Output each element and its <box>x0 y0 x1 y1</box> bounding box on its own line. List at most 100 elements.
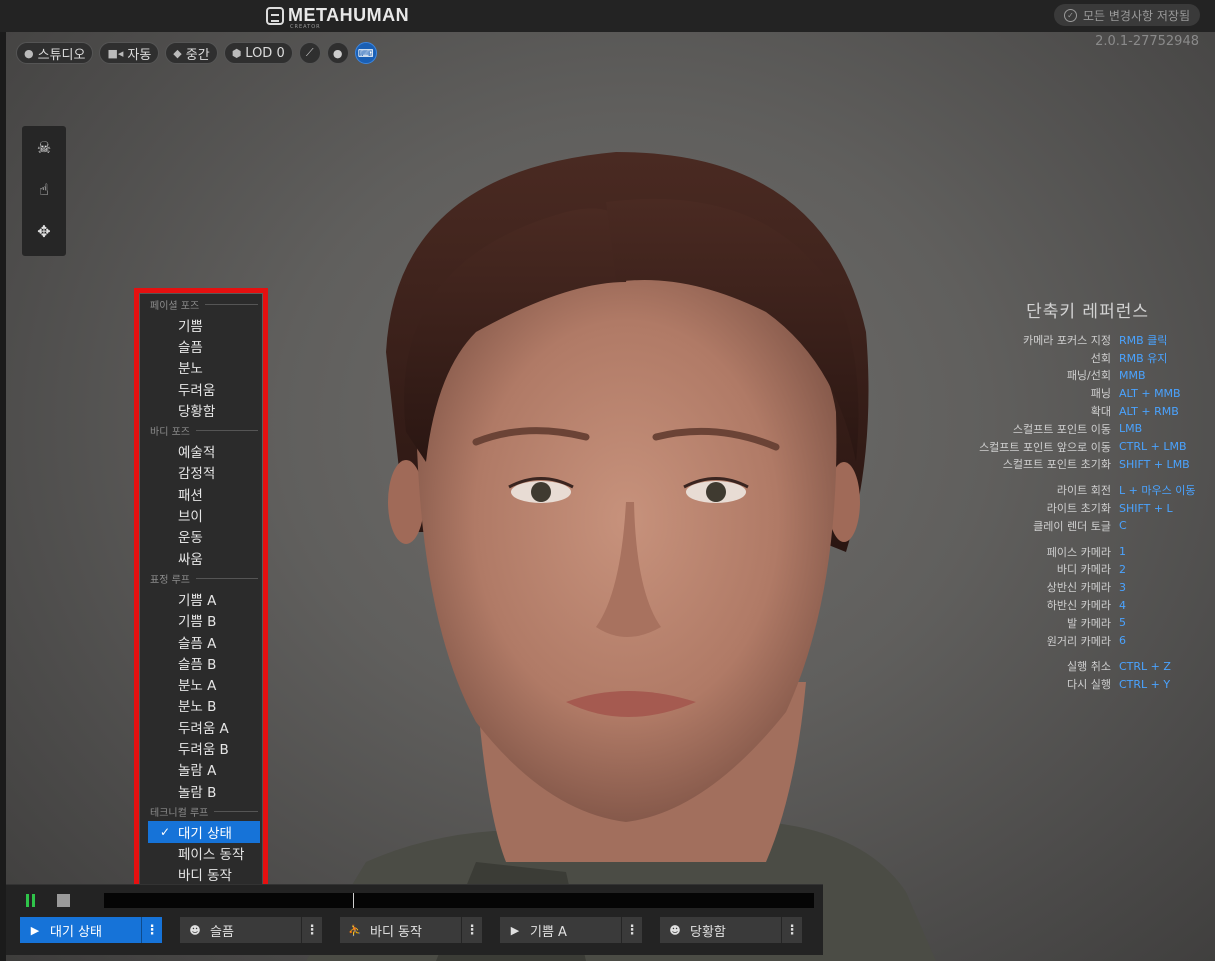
menu-item[interactable]: 슬픔 A <box>140 631 262 652</box>
menu-item[interactable]: 싸움 <box>140 547 262 568</box>
menu-item[interactable]: ✓ 대기 상태 <box>148 821 260 843</box>
playhead[interactable] <box>352 893 354 908</box>
menu-item[interactable]: 당황함 <box>140 399 262 420</box>
video-camera-icon: ■◂ <box>107 46 124 60</box>
shortcut-row: 클레이 렌더 토글 C <box>906 517 1206 535</box>
menu-item[interactable]: 두려움 <box>140 378 262 399</box>
logo-subtext: CREATOR <box>290 24 321 30</box>
head-toggle-button[interactable]: ● <box>326 42 349 64</box>
stop-button[interactable] <box>57 894 70 907</box>
menu-item-label: 기쁨 B <box>178 614 217 631</box>
skull-tool-button[interactable]: ☠ <box>22 126 66 168</box>
menu-item[interactable]: 분노 <box>140 357 262 378</box>
menu-item[interactable]: 기쁨 A <box>140 588 262 609</box>
shortcut-row: 페이스 카메라 1 <box>906 543 1206 561</box>
menu-item[interactable]: 분노 B <box>140 695 262 716</box>
more-options-icon[interactable]: ⋮ <box>461 917 482 943</box>
pause-button[interactable] <box>26 894 35 907</box>
menu-item-label: 패션 <box>178 487 203 504</box>
pause-icon-bar <box>32 894 35 907</box>
version-label: 2.0.1-27752948 <box>1095 34 1199 49</box>
shortcut-key: MMB <box>1119 368 1146 382</box>
menu-item[interactable]: 슬픔 B <box>140 652 262 673</box>
shortcut-action: 클레이 렌더 토글 <box>1033 519 1111 533</box>
menu-item[interactable]: 두려움 B <box>140 737 262 758</box>
animation-track[interactable]: ▶ 기쁨 A ⋮ <box>500 917 642 943</box>
animation-track-label: 바디 동작 <box>370 924 422 940</box>
animation-track[interactable]: ▶ 대기 상태 ⋮ <box>20 917 162 943</box>
shortcut-key: CTRL + Y <box>1119 677 1171 691</box>
keyboard-shortcuts-button[interactable]: ⌨ <box>354 42 377 64</box>
shortcut-action: 확대 <box>1090 405 1111 419</box>
menu-item-label: 슬픔 B <box>178 656 217 673</box>
menu-item-label: 놀람 A <box>178 763 217 780</box>
metahuman-logo-icon <box>266 6 284 25</box>
menu-item-label: 분노 A <box>178 678 217 695</box>
sculpt-tool-button[interactable]: ☝ <box>22 168 66 210</box>
menu-item[interactable]: 브이 <box>140 504 262 525</box>
shortcut-action: 패닝 <box>1090 387 1111 401</box>
menu-item[interactable]: 감정적 <box>140 462 262 483</box>
move-tool-button[interactable]: ✥ <box>22 210 66 252</box>
quality-button[interactable]: ◆ 중간 <box>165 42 218 64</box>
checkmark-icon: ✓ <box>160 824 171 839</box>
menu-item[interactable]: 패션 <box>140 483 262 504</box>
keyboard-icon: ⌨ <box>357 46 374 60</box>
dna-toggle-button[interactable]: ⟋ <box>298 42 321 64</box>
face-icon: ☻ <box>189 923 201 937</box>
menu-item[interactable]: 페이스 동작 <box>140 843 262 864</box>
shortcut-row: 패닝 ALT + MMB <box>906 384 1206 402</box>
timeline-scrubber[interactable] <box>104 893 814 908</box>
shortcut-key: 3 <box>1119 580 1126 594</box>
menu-item[interactable]: 놀람 A <box>140 759 262 780</box>
shortcut-action: 카메라 포커스 지정 <box>1023 333 1111 347</box>
menu-item-label: 두려움 B <box>178 741 229 758</box>
3d-viewport[interactable]: 2.0.1-27752948 ● 스튜디오 ■◂ 자동 ◆ 중간 ⬢ LOD 0… <box>6 32 1215 961</box>
menu-item[interactable]: 운동 <box>140 526 262 547</box>
menu-item-label: 두려움 A <box>178 720 229 737</box>
animation-track-label: 당황함 <box>690 924 726 940</box>
shortcut-action: 페이스 카메라 <box>1046 545 1111 559</box>
shortcut-row: 선회 RMB 유지 <box>906 349 1206 367</box>
shortcut-action: 스컬프트 포인트 앞으로 이동 <box>979 440 1111 454</box>
shortcut-key: C <box>1119 519 1127 533</box>
lighting-label: 스튜디오 <box>37 47 86 63</box>
menu-item-label: 당황함 <box>178 403 216 420</box>
menu-item[interactable]: 놀람 B <box>140 780 262 801</box>
menu-item[interactable]: 두려움 A <box>140 716 262 737</box>
shortcut-key: RMB 유지 <box>1119 351 1168 365</box>
menu-item[interactable]: 분노 A <box>140 673 262 694</box>
shortcut-row: 상반신 카메라 3 <box>906 578 1206 596</box>
more-options-icon[interactable]: ⋮ <box>781 917 802 943</box>
top-bar: METAHUMAN CREATOR ✓ 모든 변경사항 저장됨 <box>0 0 1215 32</box>
shortcut-title: 단축키 레퍼런스 <box>1026 302 1149 322</box>
animation-track[interactable]: ☻ 당황함 ⋮ <box>660 917 802 943</box>
menu-item[interactable]: 기쁨 B <box>140 610 262 631</box>
more-options-icon[interactable]: ⋮ <box>301 917 322 943</box>
running-icon: ⛹ <box>348 923 362 937</box>
menu-item[interactable]: 슬픔 <box>140 335 262 356</box>
shortcut-row: 패닝/선회 MMB <box>906 367 1206 385</box>
animation-track[interactable]: ⛹ 바디 동작 ⋮ <box>340 917 482 943</box>
shortcut-key: ALT + MMB <box>1119 386 1181 400</box>
animation-track[interactable]: ☻ 슬픔 ⋮ <box>180 917 322 943</box>
shortcut-key: CTRL + Z <box>1119 659 1171 673</box>
face-icon: ☻ <box>669 923 681 937</box>
lod-button[interactable]: ⬢ LOD 0 <box>223 42 293 64</box>
menu-section-label: 표정 루프 <box>150 574 190 586</box>
shortcut-row: 스컬프트 포인트 앞으로 이동 CTRL + LMB <box>906 438 1206 456</box>
menu-item[interactable]: 기쁨 <box>140 314 262 335</box>
save-status-button[interactable]: ✓ 모든 변경사항 저장됨 <box>1054 4 1200 26</box>
shortcut-row: 실행 취소 CTRL + Z <box>906 658 1206 676</box>
shortcut-key: RMB 클릭 <box>1119 333 1168 347</box>
shortcut-action: 선회 <box>1090 351 1111 365</box>
camera-button[interactable]: ■◂ 자동 <box>99 42 160 64</box>
more-options-icon[interactable]: ⋮ <box>621 917 642 943</box>
lod-label: LOD 0 <box>245 45 285 61</box>
menu-item[interactable]: 바디 동작 <box>140 864 262 885</box>
cube-icon: ⬢ <box>231 46 242 60</box>
lighting-button[interactable]: ● 스튜디오 <box>16 42 94 64</box>
shortcut-row: 스컬프트 포인트 이동 LMB <box>906 420 1206 438</box>
menu-item[interactable]: 예술적 <box>140 440 262 461</box>
more-options-icon[interactable]: ⋮ <box>141 917 162 943</box>
